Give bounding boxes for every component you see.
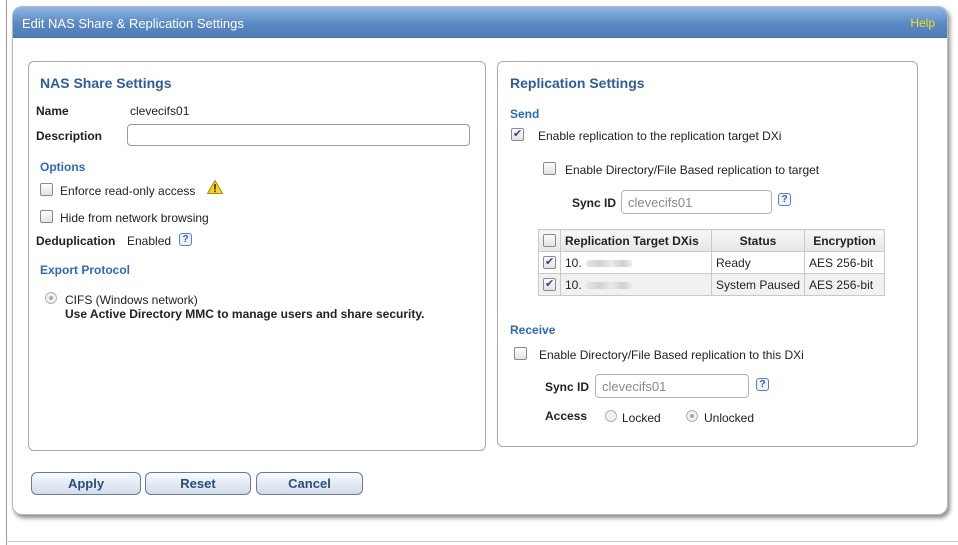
status-cell: Ready	[710, 251, 806, 274]
cancel-button[interactable]: Cancel	[256, 472, 363, 495]
deduplication-value: Enabled	[127, 234, 172, 248]
select-all-checkbox[interactable]	[543, 234, 556, 247]
name-value: clevecifs01	[130, 104, 190, 118]
status-cell: System Paused	[710, 273, 806, 296]
table-row[interactable]: 10. System Paused AES 256-bit	[538, 273, 886, 296]
send-sync-id-input[interactable]	[621, 190, 772, 214]
enable-dir-send-checkbox[interactable]	[543, 162, 556, 175]
redacted-ip	[585, 259, 632, 267]
send-sync-help-icon[interactable]: ?	[778, 193, 791, 206]
options-heading: Options	[40, 160, 86, 174]
window-bottom-border	[6, 541, 958, 542]
replication-settings-panel: Replication Settings Send Enable replica…	[497, 61, 918, 447]
cifs-radio[interactable]	[45, 292, 57, 304]
encryption-cell: AES 256-bit	[804, 251, 886, 274]
table-row[interactable]: 10. Ready AES 256-bit	[538, 251, 886, 274]
warning-icon	[207, 180, 223, 194]
row-checkbox[interactable]	[543, 277, 556, 291]
nas-panel-title: NAS Share Settings	[40, 75, 172, 91]
target-cell: 10.	[560, 273, 712, 296]
locked-label: Locked	[622, 411, 661, 425]
replication-panel-title: Replication Settings	[510, 75, 645, 91]
reset-button[interactable]: Reset	[145, 472, 251, 495]
row-select-cell	[538, 251, 561, 274]
dialog-title: Edit NAS Share & Replication Settings	[22, 16, 244, 31]
target-ip: 10.	[565, 255, 582, 270]
hide-from-browsing-label: Hide from network browsing	[60, 211, 209, 225]
receive-sync-id-label: Sync ID	[545, 380, 590, 394]
apply-button[interactable]: Apply	[31, 472, 141, 495]
enable-dir-send-label: Enable Directory/File Based replication …	[565, 163, 820, 177]
col-status[interactable]: Status	[710, 229, 806, 252]
hide-from-browsing-checkbox[interactable]	[40, 210, 53, 223]
replication-targets-table: Replication Target DXis Status Encryptio…	[538, 229, 886, 296]
receive-heading: Receive	[510, 323, 556, 337]
enforce-readonly-checkbox[interactable]	[40, 183, 53, 196]
enforce-readonly-label: Enforce read-only access	[60, 184, 196, 198]
encryption-cell: AES 256-bit	[804, 273, 886, 296]
select-all-cell	[538, 229, 561, 252]
window-left-border	[6, 0, 7, 545]
row-checkbox[interactable]	[543, 255, 556, 269]
name-label: Name	[36, 104, 69, 118]
cifs-note: Use Active Directory MMC to manage users…	[65, 307, 425, 321]
send-sync-id-label: Sync ID	[572, 196, 617, 210]
locked-radio[interactable]	[605, 410, 617, 422]
dialog-titlebar: Edit NAS Share & Replication Settings He…	[13, 7, 947, 38]
nas-share-settings-panel: NAS Share Settings Name clevecifs01 Desc…	[28, 61, 486, 451]
enable-replication-checkbox[interactable]	[511, 127, 524, 141]
enable-replication-label: Enable replication to the replication ta…	[538, 129, 782, 143]
export-protocol-heading: Export Protocol	[40, 263, 131, 277]
target-cell: 10.	[560, 251, 712, 274]
target-ip: 10.	[565, 277, 582, 292]
edit-nas-dialog: Edit NAS Share & Replication Settings He…	[12, 6, 948, 515]
enable-dir-receive-checkbox[interactable]	[514, 347, 527, 360]
description-input[interactable]	[127, 124, 470, 146]
send-heading: Send	[510, 107, 540, 121]
unlocked-radio[interactable]	[686, 410, 698, 422]
row-select-cell	[538, 273, 561, 296]
dedup-help-icon[interactable]: ?	[179, 233, 192, 246]
redacted-ip	[585, 281, 632, 289]
enable-dir-receive-label: Enable Directory/File Based replication …	[539, 348, 804, 362]
col-encryption[interactable]: Encryption	[804, 229, 886, 252]
unlocked-label: Unlocked	[704, 411, 755, 425]
col-targets[interactable]: Replication Target DXis	[560, 229, 712, 252]
receive-sync-id-input[interactable]	[595, 374, 749, 398]
cifs-label: CIFS (Windows network)	[65, 293, 198, 307]
table-header-row: Replication Target DXis Status Encryptio…	[538, 229, 886, 252]
access-label: Access	[545, 409, 588, 423]
deduplication-label: Deduplication	[36, 234, 116, 248]
description-label: Description	[36, 129, 103, 143]
receive-sync-help-icon[interactable]: ?	[756, 378, 769, 391]
help-link[interactable]: Help	[910, 16, 935, 30]
